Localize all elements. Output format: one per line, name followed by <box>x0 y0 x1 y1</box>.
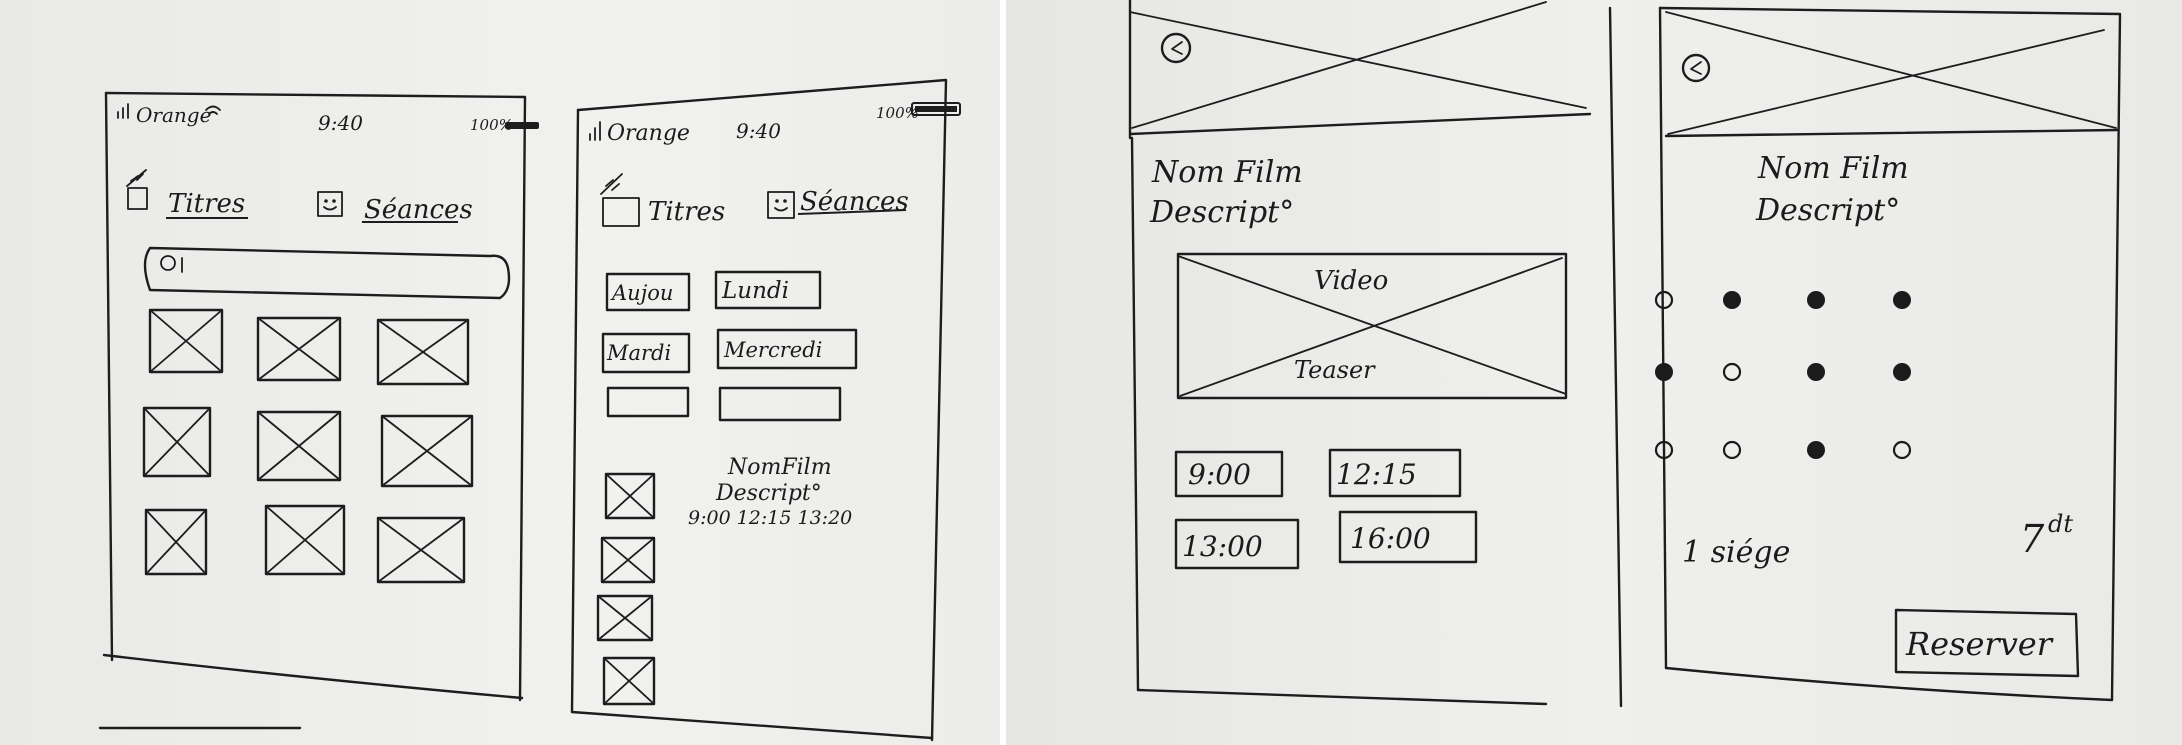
day-button-label: Mercredi <box>723 338 822 362</box>
sketch-photo-right: Nom Film Descript° Video Teaser 9:00 12:… <box>1006 0 2182 745</box>
search-input[interactable] <box>143 246 511 300</box>
film-description: Descript° <box>1755 193 1900 228</box>
day-button-label: Aujou <box>610 281 673 305</box>
battery-icon <box>911 102 961 116</box>
header-image <box>1128 1 1592 136</box>
header-image <box>1664 11 2120 138</box>
seat-count: 1 siége <box>1682 535 1790 570</box>
seat-taken[interactable] <box>1807 363 1825 381</box>
seat-available[interactable] <box>1892 440 1912 460</box>
seat-taken[interactable] <box>1723 291 1741 309</box>
day-button-label: Mardi <box>606 341 671 365</box>
film-thumbnail[interactable] <box>380 414 474 488</box>
tab-titres[interactable]: Titres <box>126 169 248 219</box>
sketch-sheet-left: Orange 9:40 100% Titres Séances Orange 9… <box>98 78 961 742</box>
seat-taken[interactable] <box>1893 291 1911 309</box>
time-button[interactable]: 9:00 <box>1174 450 1284 498</box>
day-button[interactable]: Aujou <box>605 272 691 312</box>
seat-taken[interactable] <box>1807 441 1825 459</box>
film-description: Descript° <box>1149 195 1294 230</box>
back-button[interactable] <box>1681 53 1711 83</box>
time-button-label: 16:00 <box>1350 522 1431 555</box>
smiley-icon <box>317 191 343 217</box>
search-icon <box>160 255 183 273</box>
film-name: Nom Film <box>1151 155 1303 190</box>
film-thumbnail[interactable] <box>604 472 656 520</box>
price-value: 7 <box>2020 517 2045 561</box>
back-button[interactable] <box>1160 32 1192 64</box>
tab-titres-label: Titres <box>168 189 245 219</box>
film-thumbnail[interactable] <box>596 594 654 642</box>
day-button[interactable] <box>606 386 690 418</box>
signal-icon <box>589 121 601 141</box>
film-description: Descript° <box>715 481 822 506</box>
film-thumbnail[interactable] <box>144 508 208 576</box>
clock-label: 9:40 <box>318 111 363 135</box>
day-button[interactable]: Lundi <box>714 270 822 310</box>
seat-taken[interactable] <box>1893 363 1911 381</box>
seat-taken[interactable] <box>1807 291 1825 309</box>
film-times[interactable]: 9:00 12:15 13:20 <box>688 507 852 529</box>
screen-list-frame <box>98 91 527 730</box>
sketch-sheet-right: Nom Film Descript° Video Teaser 9:00 12:… <box>1128 0 2122 708</box>
tab-titres[interactable]: Titres <box>600 173 725 227</box>
time-button-label: 12:15 <box>1336 458 1417 491</box>
price-unit: dt <box>2048 510 2073 538</box>
day-button[interactable]: Mardi <box>601 332 691 374</box>
time-button[interactable]: 13:00 <box>1174 518 1300 570</box>
film-thumbnail[interactable] <box>142 406 212 478</box>
time-button-label: 9:00 <box>1188 458 1251 491</box>
reserve-button[interactable]: Reserver <box>1894 608 2080 678</box>
status-bar: Orange 9:40 100% <box>117 103 539 135</box>
film-thumbnail[interactable] <box>148 308 224 374</box>
back-arrow-icon <box>1690 61 1702 75</box>
tab-seances[interactable]: Séances <box>767 187 909 219</box>
film-name: Nom Film <box>1757 151 1909 186</box>
tab-titres-label: Titres <box>648 197 725 227</box>
seat-available[interactable] <box>1722 440 1742 460</box>
carrier-label: Orange <box>136 103 211 127</box>
day-button[interactable] <box>718 386 842 422</box>
time-button[interactable]: 12:15 <box>1328 448 1462 498</box>
seat-taken[interactable] <box>1655 363 1673 381</box>
film-thumbnail[interactable] <box>602 656 656 706</box>
film-thumbnail[interactable] <box>264 504 346 576</box>
time-button[interactable]: 16:00 <box>1338 510 1478 564</box>
tab-seances[interactable]: Séances <box>317 191 473 225</box>
signal-icon <box>117 103 129 119</box>
film-thumbnail[interactable] <box>256 316 342 382</box>
smiley-icon <box>767 191 795 219</box>
time-button-label: 13:00 <box>1182 530 1263 563</box>
back-arrow-icon <box>1171 41 1183 55</box>
film-name: NomFilm <box>727 455 832 480</box>
reserve-button-label: Reserver <box>1905 625 2054 663</box>
day-button[interactable]: Mercredi <box>716 328 858 370</box>
video-label: Video <box>1314 266 1388 296</box>
carrier-label: Orange <box>607 121 690 146</box>
film-grid <box>142 308 474 584</box>
teaser-label: Teaser <box>1294 356 1376 384</box>
sketch-photo-left: Orange 9:40 100% Titres Séances Orange 9… <box>0 0 1000 745</box>
day-button-label: Lundi <box>721 278 789 304</box>
film-thumbnail[interactable] <box>600 536 656 584</box>
seat-available[interactable] <box>1654 290 1674 310</box>
seat-map <box>1654 290 1912 460</box>
film-thumbnail[interactable] <box>376 318 470 386</box>
film-thumbnail[interactable] <box>256 410 342 482</box>
clock-label: 9:40 <box>736 119 781 143</box>
film-list <box>596 472 656 706</box>
clapperboard-icon <box>126 169 148 210</box>
seat-available[interactable] <box>1722 362 1742 382</box>
film-thumbnail[interactable] <box>376 516 466 584</box>
status-bar: Orange 9:40 100% <box>589 102 961 146</box>
tab-seances-label: Séances <box>364 195 473 225</box>
video-teaser[interactable]: Video Teaser <box>1176 252 1568 400</box>
clapperboard-icon <box>600 173 640 227</box>
battery-icon <box>505 122 539 129</box>
